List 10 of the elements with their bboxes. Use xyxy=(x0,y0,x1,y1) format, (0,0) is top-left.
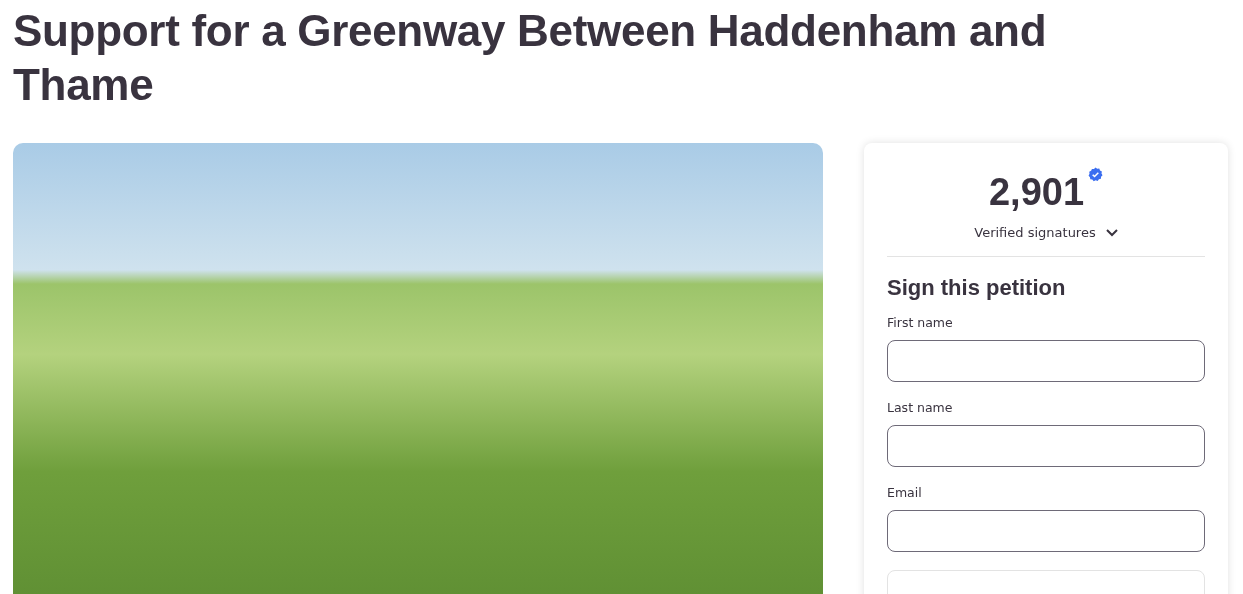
input-field[interactable] xyxy=(887,340,1205,382)
petition-title: Support for a Greenway Between Haddenham and Thame xyxy=(13,5,1048,111)
signature-count: 2,901 xyxy=(988,170,1085,215)
form-heading: Sign this petition xyxy=(887,275,1067,301)
field-label: First name xyxy=(887,315,954,330)
verified-signatures-toggle[interactable]: Verified signatures xyxy=(970,223,1122,242)
input-field[interactable] xyxy=(887,425,1205,467)
input-field[interactable] xyxy=(887,510,1205,552)
field-label: Email xyxy=(887,485,923,500)
field-label: Last name xyxy=(887,400,954,415)
